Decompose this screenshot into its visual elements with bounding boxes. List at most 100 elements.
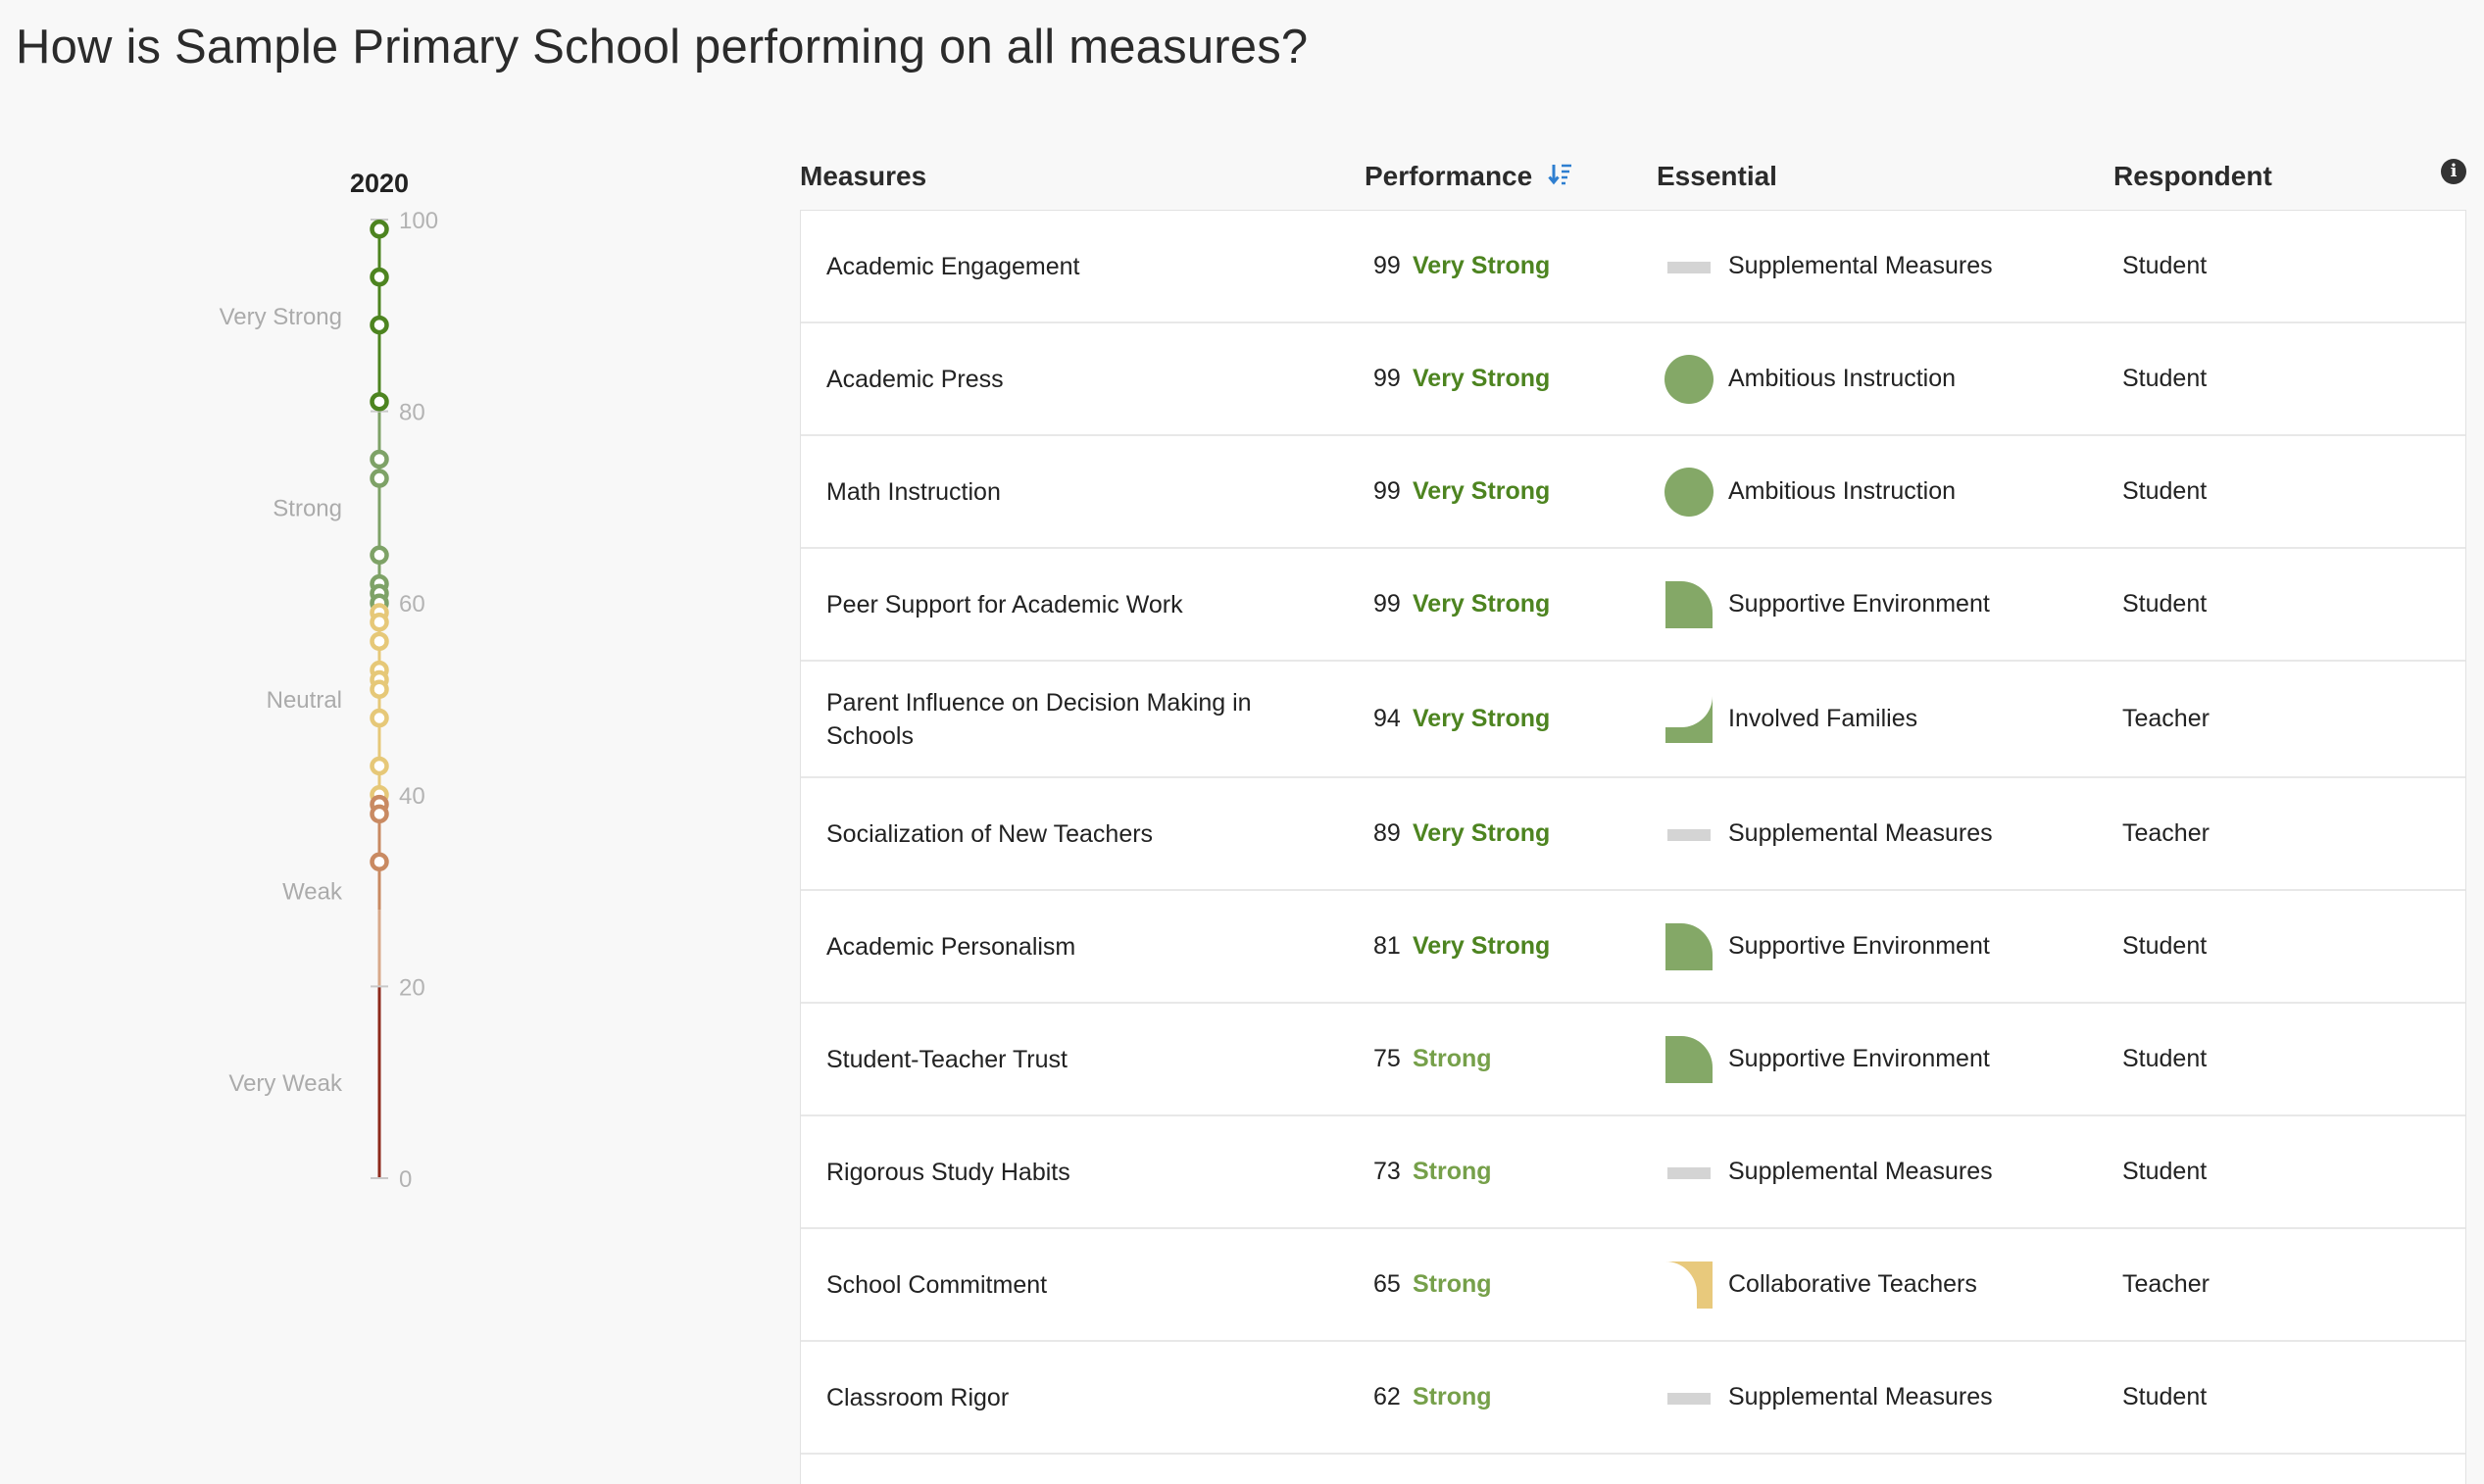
essential-cell: Supplemental Measures bbox=[1664, 1116, 1993, 1227]
respondent: Student bbox=[2122, 1383, 2208, 1410]
table-row[interactable]: Classroom Rigor 62 Strong Supplemental Meas… bbox=[801, 1342, 2465, 1455]
performance-score: 99 bbox=[1373, 365, 1401, 392]
performance-level: Very Strong bbox=[1413, 252, 1551, 279]
supplemental-bar-icon bbox=[1664, 1372, 1714, 1423]
measures-table: Academic Engagement 99 Very Strong Suppleme… bbox=[800, 210, 2466, 1484]
performance-score: 94 bbox=[1373, 705, 1401, 732]
table-row[interactable]: Math Instruction 99 Very Strong Ambitious I… bbox=[801, 436, 2465, 549]
table-row[interactable]: Academic Press 99 Very Strong Ambitious Ins… bbox=[801, 323, 2465, 436]
supplemental-bar-icon bbox=[1664, 1147, 1714, 1198]
performance-score: 99 bbox=[1373, 252, 1401, 279]
performance-level: Strong bbox=[1413, 1383, 1492, 1410]
table-row[interactable]: Academic Engagement 99 Very Strong Suppleme… bbox=[801, 211, 2465, 323]
performance-cell: 65 Strong bbox=[1373, 1229, 1492, 1340]
essential-cell: Involved Families bbox=[1664, 662, 1917, 776]
page-title: How is Sample Primary School performing … bbox=[16, 21, 1309, 74]
performance-score: 75 bbox=[1373, 1045, 1401, 1072]
performance-score: 99 bbox=[1373, 590, 1401, 618]
table-row[interactable]: Peer Support for Academic Work 99 Very Str… bbox=[801, 549, 2465, 662]
performance-level: Very Strong bbox=[1413, 365, 1551, 392]
table-row[interactable]: Academic Personalism 81 Very Strong Support… bbox=[801, 891, 2465, 1004]
measure-name[interactable]: Peer Support for Academic Work bbox=[826, 549, 1297, 660]
scale-point[interactable] bbox=[370, 545, 389, 566]
scale-point[interactable] bbox=[370, 267, 389, 287]
performance-level: Strong bbox=[1413, 1270, 1492, 1298]
performance-cell: 99 Very Strong bbox=[1373, 436, 1550, 547]
measure-name[interactable]: Socialization of New Teachers bbox=[826, 778, 1297, 889]
essential-cell: Supportive Environment bbox=[1664, 549, 1990, 660]
column-header-measures[interactable]: Measures bbox=[800, 161, 926, 192]
respondent: Student bbox=[2122, 1045, 2208, 1072]
measure-name[interactable]: Rigorous Study Habits bbox=[826, 1116, 1297, 1227]
performance-cell: 99 Very Strong bbox=[1373, 323, 1550, 434]
column-header-performance[interactable]: Performance bbox=[1365, 161, 1573, 194]
scale-tick-label: 40 bbox=[399, 783, 425, 810]
column-header-essential[interactable]: Essential bbox=[1657, 161, 1777, 192]
performance-cell: 99 Very Strong bbox=[1373, 549, 1550, 660]
scale-point[interactable] bbox=[370, 220, 389, 239]
respondent: Student bbox=[2122, 590, 2208, 618]
performance-level: Very Strong bbox=[1413, 477, 1551, 505]
measure-name[interactable]: Parent Influence on Decision Making in S… bbox=[826, 662, 1297, 776]
scale-point[interactable] bbox=[370, 631, 389, 652]
scale-tick-label: 20 bbox=[399, 974, 425, 1001]
measure-name[interactable]: School Commitment bbox=[826, 1229, 1297, 1340]
essential-name: Supportive Environment bbox=[1728, 932, 1990, 960]
scale-zone-label: Very Strong bbox=[220, 304, 342, 330]
scale-point[interactable] bbox=[370, 315, 389, 335]
performance-cell: 73 Strong bbox=[1373, 1116, 1492, 1227]
respondent: Student bbox=[2122, 1158, 2208, 1185]
performance-level: Very Strong bbox=[1413, 819, 1551, 847]
respondent: Student bbox=[2122, 365, 2208, 392]
scale-point[interactable] bbox=[370, 613, 389, 632]
performance-cell: 89 Very Strong bbox=[1373, 778, 1550, 889]
performance-score: 73 bbox=[1373, 1158, 1401, 1185]
essential-name: Supportive Environment bbox=[1728, 590, 1990, 618]
essential-name: Supportive Environment bbox=[1728, 1045, 1990, 1072]
essential-cell: Supportive Environment bbox=[1664, 1004, 1990, 1114]
measure-name[interactable]: Academic Personalism bbox=[826, 891, 1297, 1002]
measure-name[interactable]: Academic Engagement bbox=[826, 211, 1297, 322]
scale-point[interactable] bbox=[370, 469, 389, 488]
essential-cell: Supplemental Measures bbox=[1664, 1342, 1993, 1453]
scale-point[interactable] bbox=[370, 392, 389, 412]
scale-point[interactable] bbox=[370, 679, 389, 699]
circle-icon bbox=[1664, 467, 1714, 518]
scale-year: 2020 bbox=[350, 169, 409, 198]
scale-point[interactable] bbox=[370, 804, 389, 824]
performance-score: 81 bbox=[1373, 932, 1401, 960]
supportive-shape-icon bbox=[1664, 921, 1714, 972]
measure-name[interactable]: Math Instruction bbox=[826, 436, 1297, 547]
performance-scale: 2020 100 80 60 40 20 0 Very Strong Strong Neutral… bbox=[0, 147, 745, 1206]
scale-zone-label: Strong bbox=[273, 495, 342, 521]
scale-point[interactable] bbox=[370, 852, 389, 872]
table-row[interactable]: Student-Teacher Trust 75 Strong Supportive … bbox=[801, 1004, 2465, 1116]
table-row[interactable]: School Commitment 65 Strong Collaborative T… bbox=[801, 1229, 2465, 1342]
performance-score: 62 bbox=[1373, 1383, 1401, 1410]
scale-tick-label: 0 bbox=[399, 1166, 412, 1193]
sort-descending-icon[interactable] bbox=[1548, 162, 1573, 194]
scale-point[interactable] bbox=[370, 708, 389, 728]
essential-cell: Supplemental Measures bbox=[1664, 211, 1993, 322]
essential-name: Supplemental Measures bbox=[1728, 819, 1993, 847]
essential-name: Supplemental Measures bbox=[1728, 1383, 1993, 1410]
respondent: Student bbox=[2122, 252, 2208, 279]
measure-name[interactable]: Classroom Rigor bbox=[826, 1342, 1297, 1453]
respondent: Teacher bbox=[2122, 1270, 2210, 1298]
supportive-shape-icon bbox=[1664, 579, 1714, 630]
measure-name[interactable]: Academic Press bbox=[826, 323, 1297, 434]
scale-point[interactable] bbox=[370, 449, 389, 470]
table-row[interactable]: Parent Influence on Decision Making in S… bbox=[801, 662, 2465, 778]
column-header-respondent[interactable]: Respondent bbox=[2113, 161, 2272, 192]
table-row[interactable]: Rigorous Study Habits 73 Strong Supplementa… bbox=[801, 1116, 2465, 1229]
scale-tick-label: 60 bbox=[399, 591, 425, 618]
essential-name: Supplemental Measures bbox=[1728, 252, 1993, 279]
scale-point[interactable] bbox=[370, 756, 389, 776]
performance-level: Very Strong bbox=[1413, 705, 1551, 732]
performance-level: Very Strong bbox=[1413, 590, 1551, 618]
info-icon[interactable]: i bbox=[2441, 159, 2466, 184]
table-row[interactable]: Socialization of New Teachers 89 Very Stro… bbox=[801, 778, 2465, 891]
essential-name: Ambitious Instruction bbox=[1728, 477, 1957, 505]
measure-name[interactable]: Student-Teacher Trust bbox=[826, 1004, 1297, 1114]
scale-tick-label: 80 bbox=[399, 400, 425, 426]
